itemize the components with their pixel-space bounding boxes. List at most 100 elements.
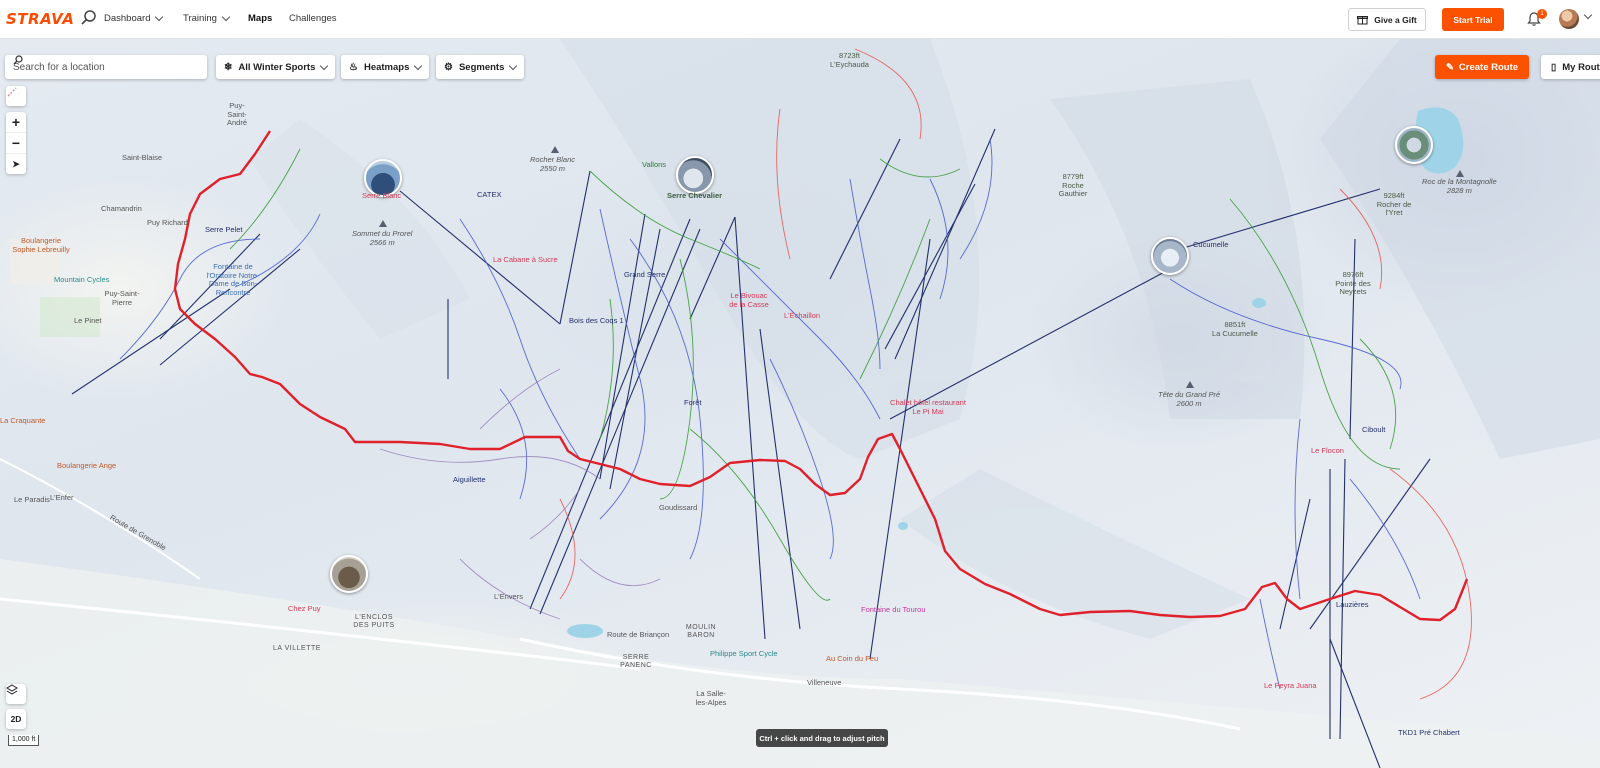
place-label: L'Enfer [50,493,74,502]
poi-label: Le Bivouac de la Casse [729,291,769,309]
location-search[interactable] [5,55,207,79]
nav-training[interactable]: Training [183,12,231,24]
place-label: Fontaine de l'Oratoire Notre-Dame de Bon… [206,262,260,297]
search-icon[interactable] [80,9,98,27]
map-layer [0,39,1600,768]
segments-dropdown[interactable]: ⚙ Segments [436,55,525,79]
photo-thumbnail[interactable] [1395,126,1433,164]
lift-label: CATEX [477,190,502,199]
start-trial-button[interactable]: Start Trial [1442,8,1504,31]
place-label: La Salle-les-Alpes [695,689,727,707]
zoom-controls: + − ➤ [6,112,26,174]
zoom-out-button[interactable]: − [6,133,26,154]
nav-challenges[interactable]: Challenges [289,13,337,24]
segment-icon: ⚙ [444,61,453,73]
draw-icon [7,87,17,97]
place-label: Villeneuve [807,678,842,687]
chevron-down-icon [221,12,231,22]
give-a-gift-label: Give a Gift [1374,14,1417,25]
strava-logo[interactable]: STRAVA [6,10,74,28]
peak-label: 8976ft Pointe des Neyzets [1335,270,1371,297]
lift-label: Ciboult [1362,425,1386,434]
place-label: Route de Briançon [607,630,670,639]
chevron-down-icon [155,12,164,22]
place-label: Le Paradis [14,495,50,504]
layers-icon [6,684,18,695]
poi-label: Serre Chevalier [667,191,723,200]
search-icon [13,55,23,65]
avatar[interactable] [1559,9,1579,29]
create-route-label: Create Route [1458,61,1519,73]
photo-thumbnail[interactable] [676,156,714,194]
place-label: Mountain Cycles [54,275,110,284]
photo-thumbnail[interactable] [1151,237,1189,275]
place-label: MOULIN BARON [685,624,717,640]
chevron-down-icon[interactable] [1583,10,1593,20]
photo-thumbnail[interactable] [330,555,368,593]
lift-label: Lauzières [1336,600,1369,609]
place-label: Boulangerie Sophie Lebreuilly [12,236,70,254]
place-label: Philippe Sport Cycle [710,649,778,658]
summit-label: Rocher Blanc 2550 m [530,155,576,173]
place-label: Serre Pelet [205,225,243,234]
place-label: Vallons [642,160,667,169]
place-label: SERRE PANENC [620,654,652,670]
place-label: Chamandrin [101,204,142,213]
draw-tool-button[interactable] [6,86,26,106]
pencil-icon: ✎ [1445,61,1454,73]
peak-label: 8723ft L'Eychauda [830,51,869,69]
pitch-hint-tooltip: Ctrl + click and drag to adjust pitch [756,729,888,747]
place-label: LA VILLETTE [273,645,321,652]
compass-icon: ➤ [12,158,20,169]
summit-label: Sommet du Prorel 2566 m [352,229,413,247]
my-routes-button[interactable]: ▯ My Routes [1541,55,1600,79]
nav-maps-label: Maps [248,13,273,24]
gift-icon [1357,16,1369,25]
map-scale: 1,000 ft [8,735,40,746]
place-label: Puy-Saint-Pierre [104,289,140,307]
lift-label: Grand Serre [624,270,666,279]
place-label: Puy Richard [147,218,188,227]
create-route-button[interactable]: ✎ Create Route [1435,55,1529,79]
poi-label: La Cabane à Sucre [493,255,558,264]
2d-toggle-button[interactable]: 2D [6,709,26,729]
poi-label: Chalet hôtel restaurant Le Pi Mai [890,398,966,416]
nav-dashboard-label: Dashboard [104,13,151,24]
nav-training-label: Training [183,13,217,24]
chevron-down-icon [320,61,329,70]
lift-label: Aiguillette [453,475,486,484]
lift-label: Forêt [684,398,702,407]
heatmaps-label: Heatmaps [363,61,410,73]
place-label: Goudissard [659,503,698,512]
bookmark-icon: ▯ [1551,61,1557,73]
place-label: L'Envers [494,592,523,601]
nav-challenges-label: Challenges [289,13,337,24]
place-label: La Craquante [0,416,46,425]
my-routes-label: My Routes [1562,61,1600,73]
lift-label: Cucumelle [1193,240,1229,249]
give-a-gift-button[interactable]: Give a Gift [1348,8,1426,31]
summit-label: Roc de la Montagnolle 2828 m [1422,177,1497,195]
heatmap-icon: ♨ [349,61,358,73]
poi-label: Fontaine du Tourou [861,605,926,614]
map-canvas[interactable]: 8723ft L'Eychauda 8779ft Roche Gauthier 92… [0,39,1600,768]
top-nav-bar: STRAVA Dashboard Training Maps Challenge… [0,0,1600,39]
place-label: Le Pinet [74,316,102,325]
poi-label: L'Échaillon [784,311,821,320]
place-label: Saint-Blaise [122,153,163,162]
sport-filter-label: All Winter Sports [238,61,316,73]
compass-button[interactable]: ➤ [6,154,26,174]
place-label: L'ENCLOS DES PUITS [353,614,395,630]
nav-dashboard[interactable]: Dashboard [104,12,164,24]
segments-label: Segments [458,61,505,73]
nav-maps[interactable]: Maps [248,13,272,24]
notification-badge: 1 [1537,9,1547,19]
sport-filter-dropdown[interactable]: ❄ All Winter Sports [216,55,336,79]
zoom-in-button[interactable]: + [6,112,26,133]
search-input[interactable] [11,60,175,74]
layers-button[interactable] [6,684,26,704]
heatmaps-dropdown[interactable]: ♨ Heatmaps [341,55,430,79]
lift-label: Bois des Coqs 1 [569,316,624,325]
peak-label: 8779ft Roche Gauthier [1058,172,1088,199]
chevron-down-icon [509,61,518,70]
